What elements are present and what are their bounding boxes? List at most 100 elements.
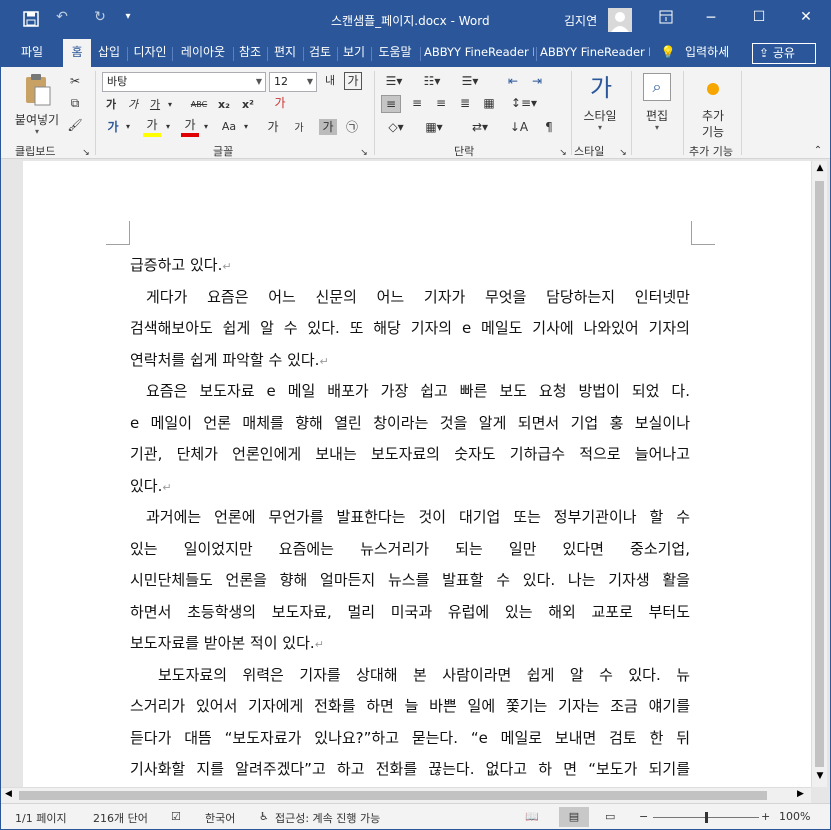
- italic-button[interactable]: 가: [125, 97, 141, 113]
- multilevel-list-icon[interactable]: ☰▾: [457, 73, 483, 89]
- zoom-in-button[interactable]: +: [761, 810, 770, 823]
- phonetic-guide-icon[interactable]: 내: [321, 73, 339, 89]
- underline-button[interactable]: 가: [147, 97, 163, 113]
- tab-references[interactable]: 참조: [235, 39, 265, 67]
- font-name-select[interactable]: 바탕 ▼: [102, 72, 266, 92]
- tab-abbyy-2[interactable]: ABBYY FineReader F: [538, 39, 650, 67]
- scroll-right-icon[interactable]: ▶: [797, 789, 804, 799]
- qat-customize-icon[interactable]: ▾: [121, 11, 135, 27]
- page-count[interactable]: 1/1 페이지: [15, 810, 67, 826]
- zoom-slider[interactable]: [653, 812, 759, 823]
- document-line[interactable]: 기사화할 지를 알려주겠다”고 하고 전화를 끊는다. 없다고 하 면 “보도가…: [130, 759, 690, 779]
- document-line[interactable]: 듣다가 대뜸 “보도자료가 있나요?”하고 묻는다. “e 메일로 보내면 검토…: [130, 728, 690, 748]
- zoom-level[interactable]: 100%: [779, 810, 810, 823]
- decrease-indent-icon[interactable]: ⇤: [504, 73, 522, 89]
- strikethrough-button[interactable]: ABC: [187, 97, 211, 113]
- document-line[interactable]: 요즘은 보도자료 e 메일 배포가 가장 쉽고 빠른 보도 요청 방법이 되었 …: [130, 381, 690, 401]
- document-line[interactable]: 있다.↵: [130, 476, 690, 498]
- zoom-slider-thumb[interactable]: [705, 812, 708, 823]
- align-right-icon[interactable]: ≡: [431, 95, 451, 111]
- horizontal-scrollbar[interactable]: ◀ ▶: [1, 787, 811, 803]
- chevron-down-icon[interactable]: ▾: [123, 119, 133, 135]
- borders-icon[interactable]: ▦▾: [421, 119, 447, 135]
- tab-file[interactable]: 파일: [13, 39, 51, 67]
- tab-home[interactable]: 홈: [63, 39, 91, 67]
- paste-button[interactable]: 붙여넣기 ▾: [9, 71, 65, 137]
- justify-icon[interactable]: ≣: [455, 95, 475, 111]
- tab-mailings[interactable]: 편지: [269, 39, 301, 67]
- chevron-down-icon[interactable]: ▾: [241, 119, 251, 135]
- chevron-down-icon[interactable]: ▾: [201, 119, 211, 135]
- user-name[interactable]: 김지연: [564, 12, 597, 29]
- sort-icon[interactable]: ↓A: [509, 119, 529, 135]
- tell-me-input[interactable]: 입력하세: [685, 39, 741, 67]
- scroll-up-icon[interactable]: ▲: [814, 163, 826, 173]
- document-line[interactable]: 있는 일이었지만 요즘에는 뉴스거리가 되는 일만 있다면 중소기업,: [130, 539, 690, 559]
- font-size-select[interactable]: 12 ▼: [269, 72, 317, 92]
- tab-design[interactable]: 디자인: [130, 39, 170, 67]
- chevron-down-icon[interactable]: ▾: [165, 97, 175, 113]
- addins-button[interactable]: 추가 기능: [691, 71, 735, 139]
- shading-icon[interactable]: ◇▾: [383, 119, 409, 135]
- document-line[interactable]: 급증하고 있다.↵: [130, 255, 690, 277]
- format-painter-icon[interactable]: 🖌: [67, 117, 83, 133]
- document-line[interactable]: e 메일이 언론 매체를 향해 열린 창이라는 것을 알게 되면서 기업 홍 보…: [130, 413, 690, 433]
- align-left-icon[interactable]: ≡: [381, 95, 401, 113]
- tab-abbyy-1[interactable]: ABBYY FineReader F: [422, 39, 534, 67]
- scroll-thumb[interactable]: [815, 181, 824, 767]
- clear-formatting-icon[interactable]: 가: [271, 95, 289, 111]
- share-button[interactable]: ⇪ 공유: [752, 43, 816, 64]
- tab-layout[interactable]: 레이아웃: [175, 39, 231, 67]
- show-marks-icon[interactable]: ¶: [539, 119, 559, 135]
- distributed-icon[interactable]: ▦: [479, 95, 499, 111]
- align-center-icon[interactable]: ≡: [407, 95, 427, 111]
- tab-help[interactable]: 도움말: [374, 39, 416, 67]
- accessibility-status[interactable]: 접근성: 계속 진행 가능: [275, 810, 380, 826]
- cut-icon[interactable]: ✂: [67, 73, 83, 89]
- document-line[interactable]: 연락처를 쉽게 파악할 수 있다.↵: [130, 350, 690, 372]
- redo-icon[interactable]: ↻: [89, 9, 111, 29]
- document-line[interactable]: 기관, 단체가 언론인에게 보내는 보도자료의 숫자도 기하급수 적으로 늘어나…: [130, 444, 690, 464]
- document-line[interactable]: 보도자료를 받아본 적이 있다.↵: [130, 633, 690, 655]
- styles-button[interactable]: 가 스타일 ▾: [578, 71, 622, 137]
- web-layout-icon[interactable]: ▭: [605, 810, 615, 823]
- editing-button[interactable]: ⌕ 편집 ▾: [637, 71, 677, 137]
- enclose-characters-button[interactable]: ㉠: [343, 119, 361, 135]
- collapse-ribbon-icon[interactable]: ⌃: [811, 143, 825, 159]
- minimize-button[interactable]: ─: [701, 10, 721, 28]
- superscript-button[interactable]: x²: [239, 97, 257, 113]
- copy-icon[interactable]: ⧉: [67, 95, 83, 111]
- document-line[interactable]: 보도자료의 위력은 기자를 상대해 본 사람이라면 쉽게 알 수 있다. 뉴: [130, 665, 690, 685]
- asian-layout-icon[interactable]: ⇄▾: [467, 119, 493, 135]
- lightbulb-icon[interactable]: 💡: [659, 39, 677, 67]
- undo-icon[interactable]: ↶: [51, 9, 73, 29]
- tab-insert[interactable]: 삽입: [93, 39, 125, 67]
- document-line[interactable]: 과거에는 언론에 무언가를 발표한다는 것이 대기업 또는 정부기관이나 할 수: [130, 507, 690, 527]
- word-count[interactable]: 216개 단어: [93, 810, 148, 826]
- shrink-font-button[interactable]: 가: [291, 121, 307, 137]
- read-mode-icon[interactable]: 📖: [525, 810, 539, 823]
- save-icon[interactable]: [21, 11, 41, 29]
- accessibility-icon[interactable]: ♿: [259, 810, 269, 823]
- document-line[interactable]: 게다가 요즘은 어느 신문의 어느 기자가 무엇을 담당하는지 인터넷만: [130, 287, 690, 307]
- grow-font-button[interactable]: 가: [265, 119, 281, 135]
- document-line[interactable]: 스거리가 있어서 기자에게 전화를 하면 늘 바쁜 일에 쫓기는 기자는 조금 …: [130, 696, 690, 716]
- tab-view[interactable]: 보기: [339, 39, 369, 67]
- maximize-button[interactable]: ☐: [749, 9, 769, 27]
- proofing-icon[interactable]: ☑: [171, 810, 181, 823]
- highlight-color-button[interactable]: 가: [143, 117, 161, 137]
- character-shading-button[interactable]: 가: [319, 119, 337, 135]
- increase-indent-icon[interactable]: ⇥: [528, 73, 546, 89]
- document-line[interactable]: 검색해보아도 쉽게 알 수 있다. 또 해당 기자의 e 메일도 기사에 나와있…: [130, 318, 690, 338]
- scroll-thumb-horizontal[interactable]: [19, 791, 767, 800]
- tab-review[interactable]: 검토: [305, 39, 335, 67]
- numbering-icon[interactable]: ☷▾: [419, 73, 445, 89]
- change-case-button[interactable]: Aa: [219, 119, 239, 135]
- zoom-out-button[interactable]: −: [639, 810, 648, 823]
- close-button[interactable]: ✕: [796, 9, 816, 27]
- bullets-icon[interactable]: ☰▾: [381, 73, 407, 89]
- chevron-down-icon[interactable]: ▾: [163, 119, 173, 135]
- subscript-button[interactable]: x₂: [215, 97, 233, 113]
- character-border-icon[interactable]: 가: [344, 72, 362, 90]
- line-spacing-icon[interactable]: ↕≡▾: [509, 95, 539, 111]
